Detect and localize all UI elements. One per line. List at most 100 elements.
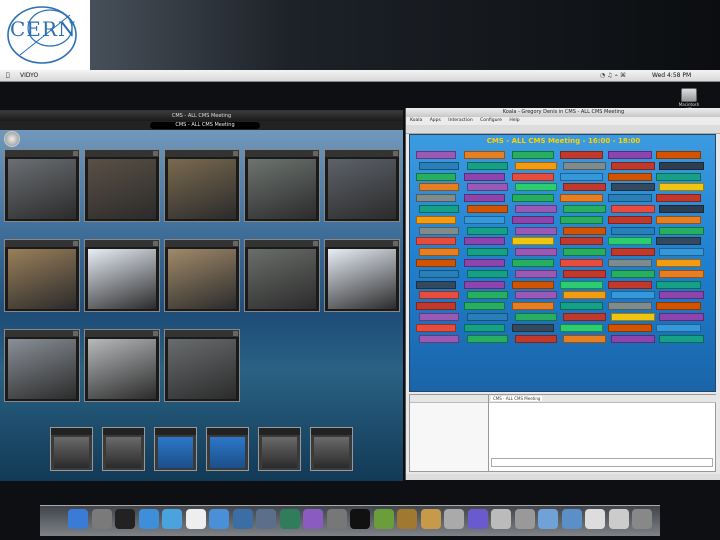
calendar-icon[interactable] — [185, 509, 206, 529]
participant-tag[interactable] — [560, 172, 603, 181]
participant-tag[interactable] — [608, 237, 652, 246]
participant-tag[interactable] — [419, 226, 459, 235]
chat-tab-active[interactable]: CMS - ALL CMS Meeting — [491, 396, 543, 401]
video-tile[interactable] — [84, 239, 160, 312]
video-thumbnail[interactable] — [154, 427, 197, 471]
participant-tag[interactable] — [416, 323, 456, 332]
participant-tag[interactable] — [563, 269, 606, 278]
tile-menu-icon[interactable] — [393, 241, 398, 246]
participant-tag[interactable] — [515, 183, 557, 192]
participant-tag[interactable] — [515, 248, 557, 257]
menu-interaction[interactable]: Interaction — [448, 118, 472, 123]
participant-tag[interactable] — [563, 334, 606, 343]
participant-tag[interactable] — [560, 215, 603, 224]
participant-tag[interactable] — [659, 226, 704, 235]
participant-tag[interactable] — [611, 291, 655, 300]
participant-tag[interactable] — [464, 280, 505, 289]
participant-tag[interactable] — [467, 161, 508, 170]
participant-tag[interactable] — [467, 291, 508, 300]
participant-tag[interactable] — [419, 248, 459, 257]
menu-koala[interactable]: Koala — [410, 118, 422, 123]
participant-tag[interactable] — [512, 215, 554, 224]
participant-tag[interactable] — [419, 291, 459, 300]
tile-menu-icon[interactable] — [153, 241, 158, 246]
tile-menu-icon[interactable] — [233, 331, 238, 336]
tile-menu-icon[interactable] — [153, 331, 158, 336]
participant-tag[interactable] — [659, 248, 704, 257]
participant-tag[interactable] — [515, 334, 557, 343]
apple-icon[interactable]:  — [6, 70, 10, 81]
participant-tag[interactable] — [464, 237, 505, 246]
participant-tag[interactable] — [467, 226, 508, 235]
video-tile[interactable] — [164, 239, 240, 312]
video-thumbnail[interactable] — [206, 427, 249, 471]
stack-icon[interactable] — [491, 509, 511, 529]
participant-tag[interactable] — [560, 280, 603, 289]
participant-tag[interactable] — [560, 323, 603, 332]
participant-tag[interactable] — [659, 183, 704, 192]
participant-tag[interactable] — [512, 280, 554, 289]
participant-tag[interactable] — [515, 313, 557, 321]
video-tile[interactable] — [324, 239, 400, 312]
video-tile[interactable] — [4, 149, 80, 222]
contact-item[interactable] — [410, 440, 488, 446]
participant-tag[interactable] — [563, 161, 606, 170]
tile-menu-icon[interactable] — [313, 151, 318, 156]
menubar-clock[interactable]: Wed 4:58 PM — [652, 70, 691, 81]
participant-tag[interactable] — [611, 313, 655, 321]
contacts-header[interactable] — [410, 395, 488, 403]
participant-tag[interactable] — [659, 313, 704, 321]
participant-tag[interactable] — [560, 151, 603, 159]
participant-tag[interactable] — [608, 172, 652, 181]
participant-tag[interactable] — [419, 269, 459, 278]
participant-tag[interactable] — [515, 269, 557, 278]
video-tile[interactable] — [84, 149, 160, 222]
participant-tag[interactable] — [563, 183, 606, 192]
participant-tag[interactable] — [659, 161, 704, 170]
tile-menu-icon[interactable] — [233, 151, 238, 156]
photo-icon[interactable] — [91, 509, 112, 529]
video-tile[interactable] — [84, 329, 160, 402]
participant-tag[interactable] — [560, 259, 603, 267]
participant-tag[interactable] — [659, 205, 704, 213]
participant-tag[interactable] — [515, 291, 557, 300]
participant-tag[interactable] — [416, 280, 456, 289]
plant-icon[interactable] — [397, 509, 417, 529]
menubar-app-name[interactable]: VIDYO — [20, 70, 38, 81]
trash-icon[interactable] — [632, 509, 652, 529]
koala-titlebar[interactable]: Koala - Gregory Denis in CMS - ALL CMS M… — [406, 108, 720, 117]
participant-tag[interactable] — [608, 302, 652, 311]
participant-tag[interactable] — [464, 215, 505, 224]
participant-tag[interactable] — [656, 237, 701, 246]
contacts-group[interactable] — [410, 403, 488, 410]
participant-tag[interactable] — [419, 334, 459, 343]
terminal-icon[interactable] — [350, 509, 370, 529]
evo-titlebar[interactable]: CMS - ALL CMS Meeting — [0, 111, 403, 121]
dashboard-icon[interactable] — [115, 509, 135, 529]
participant-tag[interactable] — [656, 259, 701, 267]
participant-tag[interactable] — [659, 291, 704, 300]
video-thumbnail[interactable] — [258, 427, 301, 471]
participant-tag[interactable] — [608, 259, 652, 267]
video-thumbnail[interactable] — [50, 427, 93, 471]
participant-tag[interactable] — [416, 151, 456, 159]
participant-tag[interactable] — [419, 205, 459, 213]
self-view-avatar[interactable] — [4, 131, 20, 147]
participant-tag[interactable] — [608, 194, 652, 203]
participant-tag[interactable] — [467, 313, 508, 321]
participant-tag[interactable] — [416, 172, 456, 181]
participant-tag[interactable] — [464, 323, 505, 332]
bar-icon[interactable] — [608, 509, 629, 529]
video-tile[interactable] — [4, 239, 80, 312]
participant-tag[interactable] — [656, 151, 701, 159]
menubar-status-icons[interactable]: ◔ ♫ ⌁ ⌘ — [600, 70, 626, 81]
participant-tag[interactable] — [563, 205, 606, 213]
participant-tag[interactable] — [467, 269, 508, 278]
participant-tag[interactable] — [464, 302, 505, 311]
participant-tag[interactable] — [611, 269, 655, 278]
tile-menu-icon[interactable] — [393, 151, 398, 156]
participant-tag[interactable] — [464, 259, 505, 267]
participant-tag[interactable] — [560, 194, 603, 203]
participant-tag[interactable] — [419, 183, 459, 192]
participant-tag[interactable] — [515, 161, 557, 170]
